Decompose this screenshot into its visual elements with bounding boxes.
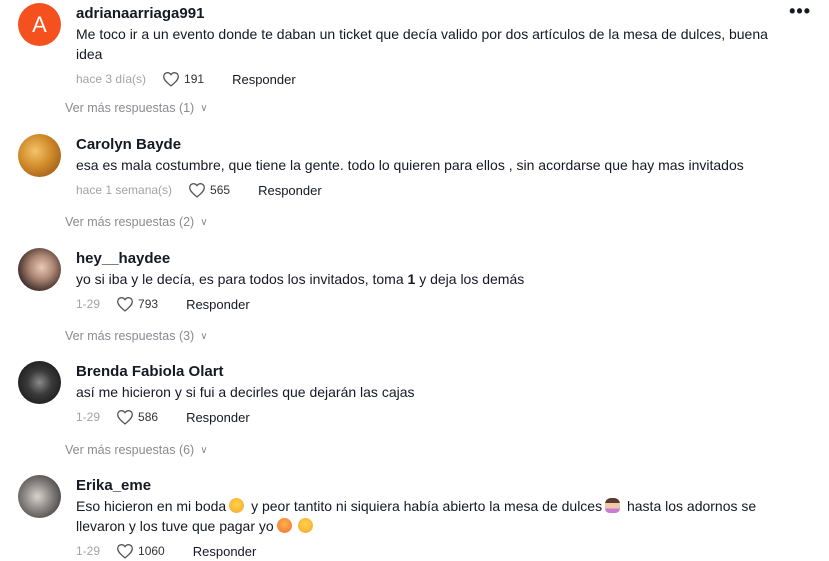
like-button[interactable]: 565: [188, 182, 230, 198]
view-more-replies-label: Ver más respuestas (1): [65, 101, 195, 115]
avatar-letter: A: [32, 11, 47, 37]
view-more-replies[interactable]: Ver más respuestas (2) ∨: [65, 215, 208, 229]
avatar[interactable]: [18, 134, 61, 177]
reply-button[interactable]: Responder: [186, 410, 250, 425]
comment-username[interactable]: Erika_eme: [76, 477, 808, 495]
comment-text-part: y deja los demás: [415, 271, 525, 287]
comment-date: hace 3 día(s): [76, 72, 147, 86]
avatar[interactable]: [18, 361, 61, 404]
chevron-down-icon: ∨: [200, 444, 208, 456]
flushed-emoji-icon: [229, 498, 245, 513]
comment-username[interactable]: adrianaarriaga991: [76, 5, 808, 23]
comment-meta: hace 3 día(s) 191 Responder: [76, 70, 808, 88]
view-more-replies[interactable]: Ver más respuestas (3) ∨: [65, 329, 208, 343]
comment-date: hace 1 semana(s): [76, 183, 173, 197]
comment-text: esa es mala costumbre, que tiene la gent…: [76, 157, 744, 173]
like-count: 191: [184, 72, 205, 86]
chevron-down-icon: ∨: [200, 216, 208, 228]
like-button[interactable]: 191: [162, 71, 204, 87]
reply-button[interactable]: Responder: [258, 183, 322, 198]
comment-meta: hace 1 semana(s) 565 Responder: [76, 181, 808, 199]
like-count: 793: [138, 297, 159, 311]
view-more-replies-label: Ver más respuestas (3): [65, 329, 195, 343]
heart-icon: [117, 410, 133, 425]
like-count: 586: [138, 410, 159, 424]
like-button[interactable]: 793: [116, 296, 158, 312]
like-count: 565: [210, 183, 231, 197]
reply-button[interactable]: Responder: [232, 72, 296, 87]
comment-username[interactable]: hey__haydee: [76, 250, 808, 268]
comment-meta: 1-29 586 Responder: [76, 408, 808, 426]
comment-date: 1-29: [76, 410, 101, 424]
comment-username[interactable]: Brenda Fabiola Olart: [76, 363, 808, 381]
heart-icon: [117, 544, 133, 559]
view-more-replies[interactable]: Ver más respuestas (1) ∨: [65, 101, 208, 115]
comment-text: Me toco ir a un evento donde te daban un…: [76, 26, 768, 62]
exhausted-emoji-icon: [276, 518, 292, 533]
avatar[interactable]: [18, 248, 61, 291]
comment-text: Eso hicieron en mi boda y peor tantito n…: [76, 496, 808, 536]
reply-button[interactable]: Responder: [186, 297, 250, 312]
comment-meta: 1-29 793 Responder: [76, 295, 808, 313]
comment-text-part: yo si iba y le decía, es para todos los …: [76, 271, 408, 287]
view-more-replies[interactable]: Ver más respuestas (6) ∨: [65, 443, 208, 457]
flushed-emoji-icon: [297, 518, 313, 533]
comment-text-part: y peor tantito ni siquiera había abierto…: [247, 498, 603, 514]
view-more-replies-label: Ver más respuestas (6): [65, 443, 195, 457]
comment-username[interactable]: Carolyn Bayde: [76, 136, 808, 154]
reply-button[interactable]: Responder: [193, 544, 257, 559]
comment-text: yo si iba y le decía, es para todos los …: [76, 269, 808, 289]
view-more-replies-label: Ver más respuestas (2): [65, 215, 195, 229]
comment-date: 1-29: [76, 297, 101, 311]
comment-meta: 1-29 1060 Responder: [76, 542, 808, 560]
chevron-down-icon: ∨: [200, 330, 208, 342]
avatar[interactable]: [18, 475, 61, 518]
comment-text: así me hicieron y si fui a decirles que …: [76, 384, 415, 400]
like-button[interactable]: 1060: [116, 543, 165, 559]
comment-date: 1-29: [76, 544, 101, 558]
chevron-down-icon: ∨: [200, 102, 208, 114]
avatar[interactable]: A: [18, 3, 61, 46]
heart-icon: [189, 183, 205, 198]
comment-text-part: Eso hicieron en mi boda: [76, 498, 227, 514]
heart-icon: [117, 297, 133, 312]
heart-icon: [163, 72, 179, 87]
like-button[interactable]: 586: [116, 409, 158, 425]
like-count: 1060: [138, 544, 165, 558]
person-facepalming-emoji-icon: [605, 498, 621, 513]
